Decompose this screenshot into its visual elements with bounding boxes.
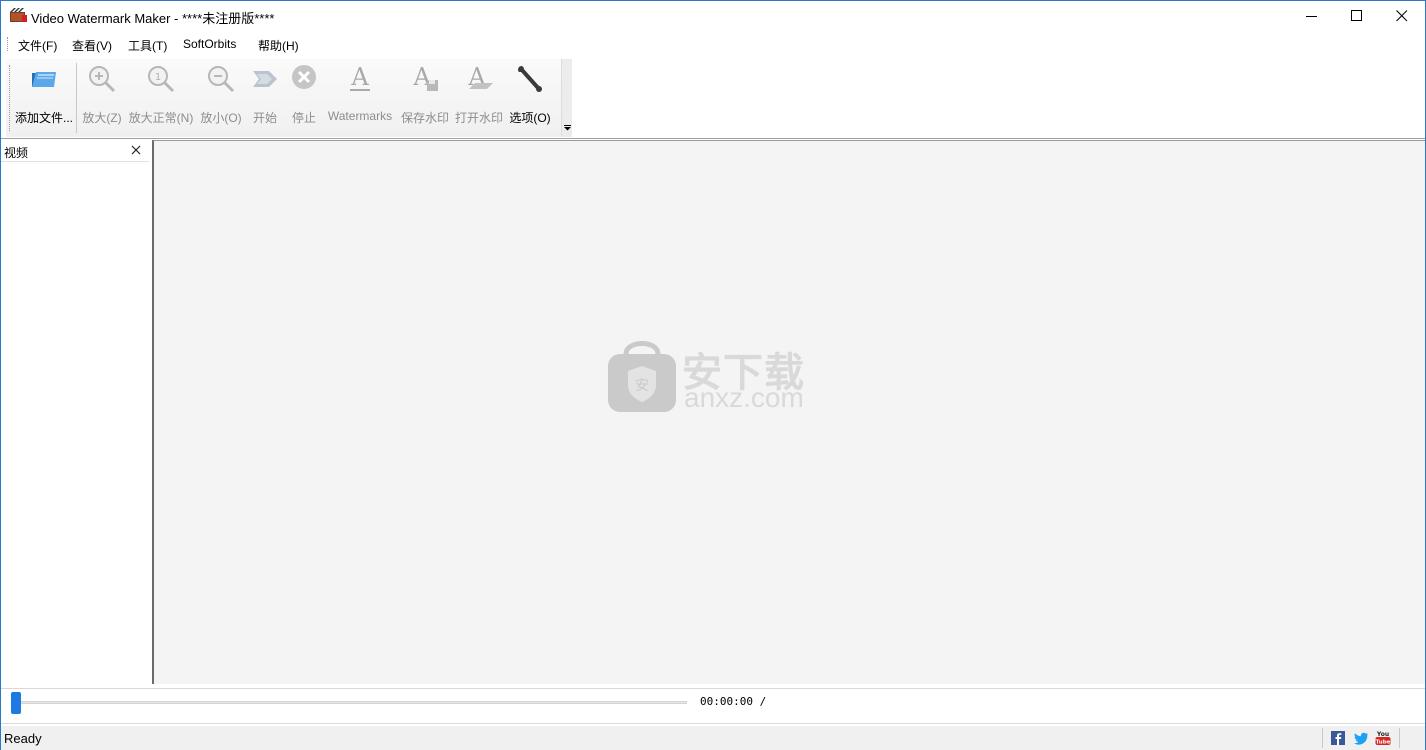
title-bar: Video Watermark Maker - ****未注册版**** xyxy=(1,1,1425,31)
youtube-icon[interactable]: You Tube xyxy=(1374,729,1392,747)
video-panel-header: 视频 xyxy=(1,140,149,162)
minimize-icon xyxy=(1306,16,1317,17)
menu-tools[interactable]: 工具(T) xyxy=(128,37,167,54)
maximize-button[interactable] xyxy=(1334,1,1380,31)
start-button[interactable]: 开始 xyxy=(246,59,284,135)
start-label: 开始 xyxy=(252,111,277,125)
stop-icon xyxy=(292,65,316,89)
menu-help[interactable]: 帮助(H) xyxy=(258,37,299,54)
site-watermark: 安 安下载 anxz.com xyxy=(606,334,826,424)
stop-label: 停止 xyxy=(291,111,316,125)
status-bar: Ready You Tube xyxy=(1,726,1425,750)
options-button[interactable]: 选项(O) xyxy=(506,59,554,135)
close-button[interactable] xyxy=(1379,1,1425,31)
window-title: Video Watermark Maker - ****未注册版**** xyxy=(31,11,275,26)
player-controls: 00:00:00 / xyxy=(1,688,1425,724)
video-panel: 视频 xyxy=(1,140,151,686)
watermark-text-icon: A xyxy=(350,63,370,91)
status-separator xyxy=(1322,728,1323,748)
menu-bar: 文件(F) 查看(V) 工具(T) SoftOrbits 帮助(H) xyxy=(1,33,1425,55)
save-watermark-icon: A xyxy=(412,63,438,91)
svg-text:Tube: Tube xyxy=(1376,740,1391,746)
app-logo-icon xyxy=(10,8,27,22)
toolbar-grip[interactable] xyxy=(9,65,11,131)
svg-text:You: You xyxy=(1376,731,1389,738)
twitter-icon[interactable] xyxy=(1352,729,1370,747)
menu-softorbits[interactable]: SoftOrbits xyxy=(183,37,236,51)
maximize-icon xyxy=(1351,10,1362,21)
toolbar-divider xyxy=(1,138,1425,139)
svg-text:安: 安 xyxy=(635,378,649,394)
open-watermark-icon: A xyxy=(467,63,493,91)
menu-view[interactable]: 查看(V) xyxy=(72,37,112,54)
open-watermark-button[interactable]: A 打开水印 xyxy=(453,59,505,135)
zoom-normal-icon: 1 xyxy=(148,66,175,93)
zoom-in-button[interactable]: 放大(Z) xyxy=(80,59,124,135)
zoom-out-button[interactable]: 放小(O) xyxy=(197,59,245,135)
add-files-button[interactable]: 添加文件... xyxy=(12,59,76,135)
start-arrow-icon xyxy=(253,71,277,87)
add-files-folder-icon xyxy=(32,72,56,87)
time-readout: 00:00:00 / xyxy=(700,695,767,708)
wrench-icon xyxy=(518,66,542,92)
status-separator-2 xyxy=(1399,728,1400,748)
zoom-in-label: 放大(Z) xyxy=(82,111,122,125)
watermark-sub-text: anxz.com xyxy=(684,382,804,413)
stop-button[interactable]: 停止 xyxy=(285,59,323,135)
toolbar-separator xyxy=(76,63,77,133)
preview-area[interactable]: 安 安下载 anxz.com xyxy=(152,140,1425,684)
toolbar: 添加文件... 放大(Z) 1 放大正常(N) 放小(O) 开始 停止 A Wa… xyxy=(6,59,572,137)
zoom-in-icon xyxy=(89,66,116,93)
add-files-label: 添加文件... xyxy=(14,111,73,125)
app-window: Video Watermark Maker - ****未注册版**** 文件(… xyxy=(0,0,1426,750)
zoom-out-label: 放小(O) xyxy=(200,111,242,125)
close-icon[interactable] xyxy=(130,144,142,156)
status-text: Ready xyxy=(4,731,42,746)
svg-text:1: 1 xyxy=(155,72,161,83)
video-panel-title: 视频 xyxy=(4,146,29,160)
zoom-normal-label: 放大正常(N) xyxy=(128,111,194,125)
save-watermark-button[interactable]: A 保存水印 xyxy=(399,59,451,135)
save-watermark-label: 保存水印 xyxy=(400,111,449,125)
minimize-button-2[interactable] xyxy=(1289,1,1335,31)
toolbar-overflow-button[interactable] xyxy=(561,59,572,137)
options-label: 选项(O) xyxy=(509,111,551,125)
svg-text:A: A xyxy=(350,63,369,91)
seek-thumb[interactable] xyxy=(11,692,21,714)
facebook-icon[interactable] xyxy=(1329,729,1347,747)
watermarks-button[interactable]: A Watermarks xyxy=(323,59,397,135)
seek-track[interactable] xyxy=(11,701,687,704)
shield-bag-icon: 安 xyxy=(608,341,676,412)
menu-grip xyxy=(7,37,9,51)
chevron-down-icon xyxy=(564,125,571,131)
close-icon xyxy=(1396,10,1408,22)
menu-file[interactable]: 文件(F) xyxy=(18,37,57,54)
zoom-normal-button[interactable]: 1 放大正常(N) xyxy=(126,59,196,135)
watermarks-label: Watermarks xyxy=(327,109,393,123)
zoom-out-icon xyxy=(208,66,235,93)
open-watermark-label: 打开水印 xyxy=(454,111,503,125)
